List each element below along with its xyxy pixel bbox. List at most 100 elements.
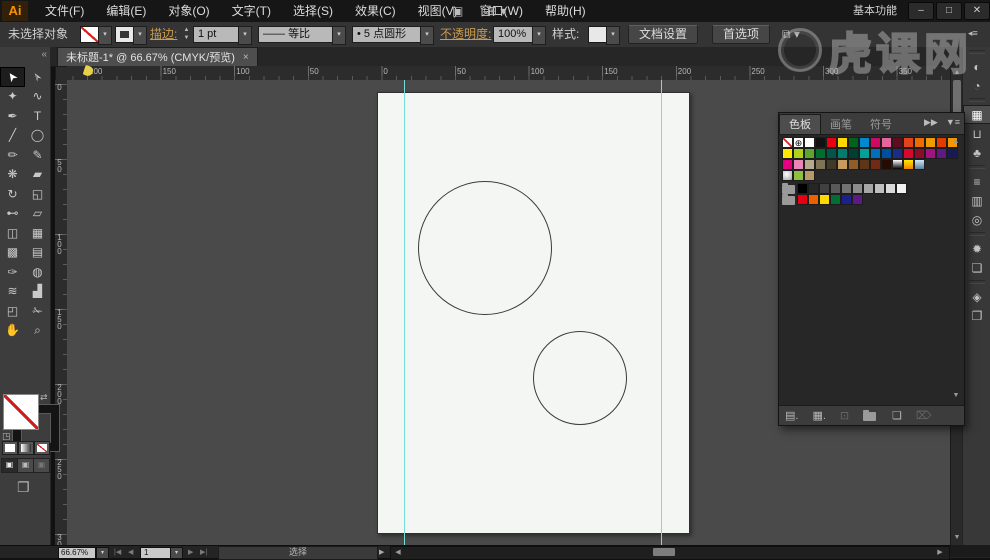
blob-brush-tool[interactable]: ❋ bbox=[0, 165, 25, 185]
gradient-button[interactable] bbox=[18, 441, 34, 455]
swatch-kinds-icon[interactable]: ▦. bbox=[812, 409, 825, 422]
direct-selection-tool[interactable]: ➢ bbox=[25, 67, 50, 87]
pen-tool[interactable]: ✒ bbox=[0, 106, 25, 126]
width-profile-field[interactable]: —— 等比 bbox=[258, 26, 334, 43]
swatch[interactable] bbox=[841, 183, 852, 194]
swatch[interactable] bbox=[815, 159, 826, 170]
swatch[interactable] bbox=[881, 159, 892, 170]
transparency-panel-icon[interactable]: ◎ bbox=[963, 210, 990, 229]
previous-artboard-icon[interactable]: ◀ bbox=[128, 547, 133, 558]
blend-tool[interactable]: ◍ bbox=[25, 262, 50, 282]
swatch[interactable] bbox=[793, 148, 804, 159]
fill-color-swatch[interactable] bbox=[80, 26, 99, 43]
ellipse-shape-1[interactable] bbox=[418, 181, 552, 315]
pencil-tool[interactable]: ✎ bbox=[25, 145, 50, 165]
artboards-panel-icon[interactable]: ❐ bbox=[963, 306, 990, 325]
close-button[interactable]: ✕ bbox=[964, 2, 990, 20]
eyedropper-tool[interactable]: ✑ bbox=[0, 262, 25, 282]
swatch[interactable] bbox=[797, 183, 808, 194]
opacity-dropdown[interactable]: ▾ bbox=[532, 26, 546, 45]
swatch[interactable] bbox=[881, 137, 892, 148]
swatch[interactable] bbox=[804, 148, 815, 159]
swatch[interactable] bbox=[782, 148, 793, 159]
symbols-panel-icon[interactable]: ♣ bbox=[963, 143, 990, 162]
swatch[interactable] bbox=[848, 148, 859, 159]
horizontal-ruler[interactable]: 20015010050050100150200250300350 bbox=[67, 66, 950, 81]
hand-tool[interactable]: ✋ bbox=[0, 321, 25, 341]
stroke-link[interactable]: 描边: bbox=[150, 22, 177, 47]
style-dropdown[interactable]: ▾ bbox=[606, 26, 620, 45]
swatch-libraries-icon[interactable]: ▤. bbox=[785, 409, 798, 422]
artboard-number-dropdown[interactable]: ▾ bbox=[170, 547, 183, 559]
swatch[interactable] bbox=[936, 137, 947, 148]
fill-indicator-none[interactable] bbox=[3, 394, 39, 430]
swatch[interactable] bbox=[841, 194, 852, 205]
horizontal-scroll-thumb[interactable] bbox=[653, 548, 675, 556]
brush-definition-dropdown[interactable]: ▾ bbox=[420, 26, 434, 45]
style-swatch[interactable] bbox=[588, 26, 607, 43]
line-segment-tool[interactable]: ╱ bbox=[0, 126, 25, 146]
menu-item-2[interactable]: 对象(O) bbox=[157, 0, 220, 22]
swatch[interactable] bbox=[914, 159, 925, 170]
swatch[interactable] bbox=[863, 183, 874, 194]
swatch[interactable] bbox=[870, 159, 881, 170]
scale-tool[interactable]: ◱ bbox=[25, 184, 50, 204]
color-button[interactable] bbox=[2, 441, 18, 455]
swatch[interactable] bbox=[826, 148, 837, 159]
swatch[interactable] bbox=[837, 148, 848, 159]
swatch[interactable] bbox=[782, 170, 793, 181]
guide[interactable] bbox=[404, 80, 405, 545]
swatch[interactable] bbox=[925, 137, 936, 148]
stroke-color-dropdown[interactable]: ▾ bbox=[133, 26, 147, 45]
swatch[interactable] bbox=[782, 159, 793, 170]
swatch[interactable] bbox=[914, 137, 925, 148]
lasso-tool[interactable]: ∿ bbox=[25, 87, 50, 107]
swatch[interactable] bbox=[848, 159, 859, 170]
width-tool[interactable]: ⊷ bbox=[0, 204, 25, 224]
width-profile-dropdown[interactable]: ▾ bbox=[332, 26, 346, 45]
guide[interactable] bbox=[661, 80, 662, 545]
swatch[interactable] bbox=[808, 183, 819, 194]
tab-close-icon[interactable]: × bbox=[243, 49, 249, 67]
mesh-tool[interactable]: ▩ bbox=[0, 243, 25, 263]
arrange-documents-icon[interactable]: ⊞ ▾ bbox=[487, 0, 506, 22]
magic-wand-tool[interactable]: ✦ bbox=[0, 87, 25, 107]
swatch[interactable] bbox=[793, 159, 804, 170]
swap-fill-stroke-icon[interactable]: ⇄ bbox=[40, 392, 48, 403]
swatch[interactable] bbox=[819, 183, 830, 194]
graphic-styles-panel-icon[interactable]: ❏ bbox=[963, 258, 990, 277]
gradient-panel-icon[interactable]: ▥ bbox=[963, 191, 990, 210]
document-setup-button[interactable]: 文档设置 bbox=[628, 25, 698, 44]
zoom-tool[interactable]: ⌕ bbox=[25, 321, 50, 341]
type-tool[interactable]: T bbox=[25, 106, 50, 126]
collapse-tools-icon[interactable]: « bbox=[41, 49, 47, 60]
first-artboard-icon[interactable]: |◀ bbox=[114, 547, 121, 558]
swatch[interactable] bbox=[837, 137, 848, 148]
none-button[interactable] bbox=[34, 441, 50, 455]
swatch[interactable] bbox=[815, 148, 826, 159]
rotate-tool[interactable]: ↻ bbox=[0, 184, 25, 204]
color-guide-panel-icon[interactable]: ◔ bbox=[963, 76, 990, 95]
expand-dock-icon[interactable]: ◂≡ bbox=[968, 28, 978, 39]
swatch-scroll-up-icon[interactable]: ▲ bbox=[950, 137, 962, 147]
panel-menu-icon[interactable]: ▼≡ bbox=[946, 117, 960, 128]
swatch[interactable] bbox=[892, 137, 903, 148]
swatch[interactable] bbox=[808, 194, 819, 205]
stroke-panel-icon[interactable]: ≡ bbox=[963, 172, 990, 191]
bridge-icon[interactable]: ▣ bbox=[452, 0, 463, 22]
stroke-weight-dropdown[interactable]: ▾ bbox=[238, 26, 252, 45]
appearance-panel-icon[interactable]: ✹ bbox=[963, 239, 990, 258]
artboard[interactable] bbox=[377, 92, 690, 534]
stroke-weight-field[interactable]: 1 pt bbox=[193, 26, 241, 43]
zoom-level-field[interactable]: 66.67% bbox=[58, 547, 96, 559]
swatch[interactable] bbox=[881, 148, 892, 159]
grays-group-folder-icon[interactable] bbox=[782, 185, 795, 194]
swatch[interactable] bbox=[804, 137, 815, 148]
panel-collapse-icon[interactable]: ▶▶ bbox=[924, 117, 938, 128]
swatch[interactable] bbox=[848, 137, 859, 148]
stroke-color-swatch[interactable] bbox=[115, 26, 134, 43]
swatch[interactable] bbox=[852, 194, 863, 205]
brushes-panel-icon[interactable]: ⊔ bbox=[963, 124, 990, 143]
stroke-weight-stepper[interactable]: ▲▼ bbox=[182, 26, 191, 43]
swatch[interactable] bbox=[892, 148, 903, 159]
